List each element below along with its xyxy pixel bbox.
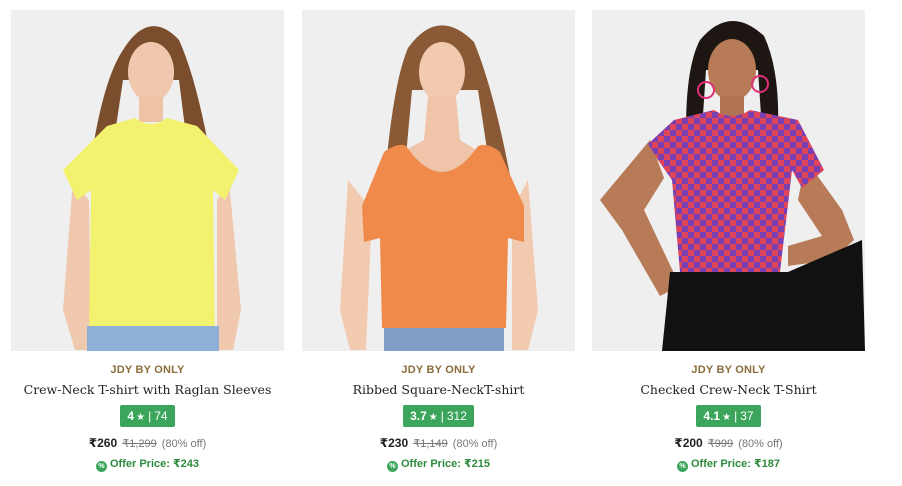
product-card[interactable]: JDY BY ONLY Crew-Neck T-shirt with Ragla… (11, 10, 284, 480)
offer-percent-icon: % (677, 461, 688, 472)
mrp-price: ₹1,149 (413, 438, 448, 450)
discount-percent: (80% off) (161, 438, 207, 450)
selling-price: ₹260 (88, 436, 118, 450)
product-name[interactable]: Checked Crew-Neck T-Shirt (592, 381, 865, 399)
rating-badge: 4.1 ★ | 37 (696, 405, 761, 427)
product-name[interactable]: Ribbed Square-NeckT-shirt (302, 381, 575, 399)
product-card[interactable]: JDY BY ONLY Ribbed Square-NeckT-shirt 3.… (302, 10, 575, 480)
product-photo (592, 10, 865, 351)
product-card[interactable]: JDY BY ONLY Checked Crew-Neck T-Shirt 4.… (592, 10, 865, 480)
discount-percent: (80% off) (738, 438, 783, 450)
offer-price: Offer Price: ₹243 (110, 458, 199, 470)
offer-percent-icon: % (96, 461, 107, 472)
rating-badge: 3.7 ★ | 312 (403, 405, 474, 427)
product-name[interactable]: Crew-Neck T-shirt with Raglan Sleeves (11, 381, 284, 399)
rating-count: 37 (740, 409, 754, 423)
offer-price-row: % Offer Price: ₹243 (11, 456, 284, 472)
offer-price: Offer Price: ₹187 (691, 458, 780, 470)
rating-value: 4.1 (703, 409, 721, 423)
rating-separator: | (148, 409, 152, 423)
offer-price-row: % Offer Price: ₹215 (302, 456, 575, 472)
product-image[interactable] (302, 10, 575, 351)
price-row: ₹260 ₹1,299 (80% off) (11, 435, 284, 451)
product-image[interactable] (11, 10, 284, 351)
rating-separator: | (440, 409, 444, 423)
selling-price: ₹200 (674, 436, 703, 450)
product-image[interactable] (592, 10, 865, 351)
discount-percent: (80% off) (452, 438, 498, 450)
offer-price-row: % Offer Price: ₹187 (592, 456, 865, 472)
star-icon: ★ (136, 412, 146, 423)
star-icon: ★ (722, 412, 732, 423)
brand-name: JDY BY ONLY (110, 364, 185, 376)
offer-percent-icon: % (387, 461, 398, 472)
price-row: ₹200 ₹999 (80% off) (592, 435, 865, 451)
rating-badge: 4 ★ | 74 (120, 405, 175, 427)
rating-separator: | (734, 409, 738, 423)
selling-price: ₹230 (379, 436, 409, 450)
mrp-price: ₹999 (707, 438, 734, 450)
rating-count: 74 (154, 409, 168, 423)
rating-value: 4 (127, 409, 135, 423)
price-row: ₹230 ₹1,149 (80% off) (302, 435, 575, 451)
rating-value: 3.7 (410, 409, 427, 423)
brand-name: JDY BY ONLY (691, 364, 766, 376)
rating-count: 312 (446, 409, 467, 423)
brand-name: JDY BY ONLY (401, 364, 476, 376)
star-icon: ★ (428, 412, 438, 423)
product-grid: JDY BY ONLY Crew-Neck T-shirt with Ragla… (0, 0, 902, 486)
tshirt-shape (362, 144, 524, 328)
product-photo (11, 10, 284, 351)
product-photo (302, 10, 575, 351)
offer-price: Offer Price: ₹215 (401, 458, 490, 470)
mrp-price: ₹1,299 (122, 438, 157, 450)
